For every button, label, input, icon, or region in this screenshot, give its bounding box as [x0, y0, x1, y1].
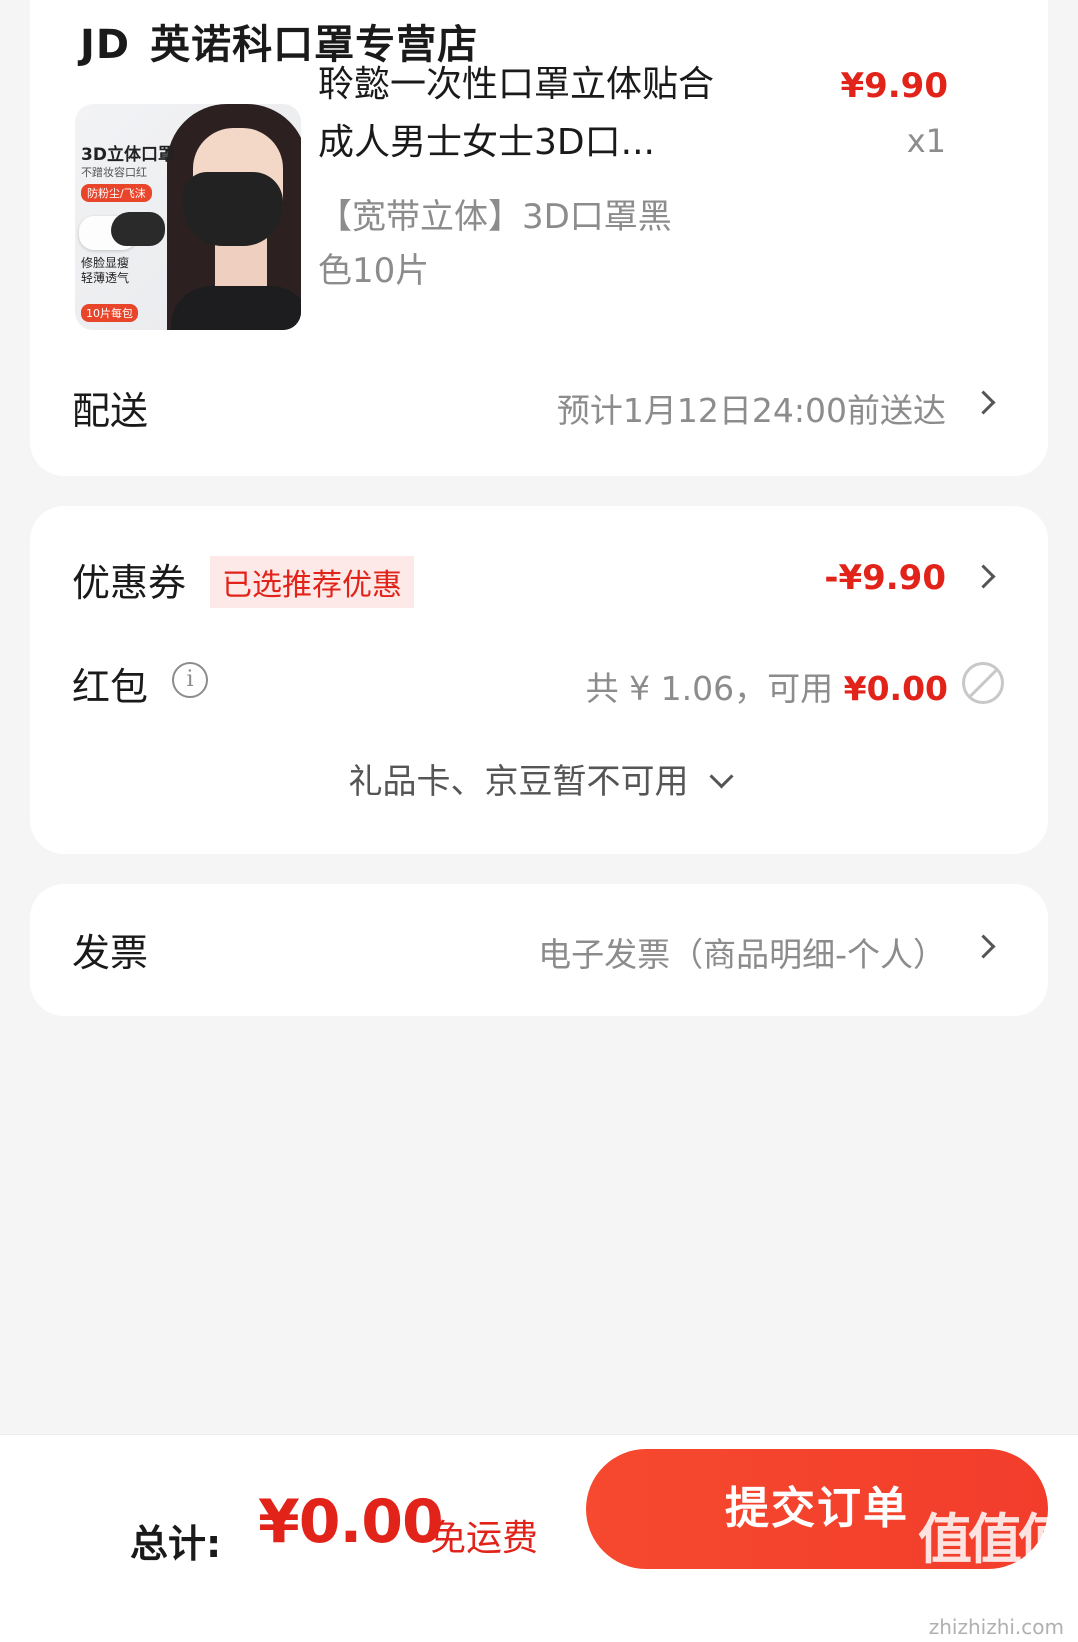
submit-order-label: 提交订单: [725, 1483, 909, 1534]
chevron-right-icon: [971, 564, 996, 589]
image-subtitle: 不蹭妆容口红: [81, 166, 147, 179]
delivery-label: 配送: [72, 389, 149, 433]
chevron-down-icon: [708, 764, 734, 789]
image-pack-badge: 10片每包: [81, 304, 138, 322]
chevron-right-icon: [971, 390, 996, 415]
image-title: 3D立体口罩: [81, 145, 175, 165]
store-card: JD 英诺科口罩专营店 3D立体口罩 不蹭妆容口红 防粉尘/飞沫 修脸显瘦 轻薄透…: [30, 0, 1048, 476]
image-badge: 防粉尘/飞沫: [81, 184, 152, 202]
image-feature: 修脸显瘦 轻薄透气: [81, 256, 130, 285]
watermark-url: zhizhizhi.com: [928, 1615, 1064, 1639]
chevron-right-icon: [971, 934, 996, 959]
discount-card: 优惠券 已选推荐优惠 -¥9.90 红包 i 共 ¥ 1.06，可用 ¥0.00…: [30, 506, 1048, 854]
total-label: 总计:: [130, 1522, 222, 1566]
invoice-label: 发票: [72, 931, 149, 975]
coupon-tag: 已选推荐优惠: [210, 556, 414, 608]
model-shoulder: [171, 286, 301, 330]
checkout-bar: 总计: ¥0.00 免运费 提交订单 值值值 zhizhizhi.com: [0, 1434, 1078, 1642]
redpack-available: ¥0.00: [843, 669, 948, 708]
invoice-value: 电子发票（商品明细-个人）: [538, 935, 946, 974]
info-icon[interactable]: i: [172, 662, 208, 698]
delivery-value: 预计1月12日24:00前送达: [556, 391, 946, 430]
gift-card-text: 礼品卡、京豆暂不可用: [348, 762, 689, 802]
disabled-icon[interactable]: [962, 662, 1004, 704]
redpack-label: 红包: [72, 665, 149, 709]
coupon-label: 优惠券: [72, 561, 187, 605]
total-amount: ¥0.00: [258, 1487, 444, 1557]
product-quantity: x1: [906, 122, 946, 160]
black-mask-sample: [111, 212, 165, 246]
gift-card-row[interactable]: 礼品卡、京豆暂不可用: [30, 754, 1048, 803]
redpack-total: 共 ¥ 1.06，可用: [585, 669, 834, 708]
product-image[interactable]: 3D立体口罩 不蹭妆容口红 防粉尘/飞沫 修脸显瘦 轻薄透气 10片每包: [75, 104, 301, 330]
product-title[interactable]: 聆懿一次性口罩立体贴合 成人男士女士3D口...: [318, 56, 738, 172]
product-price: ¥9.90: [840, 66, 948, 106]
black-mask-worn: [183, 172, 283, 246]
redpack-value: 共 ¥ 1.06，可用 ¥0.00: [586, 662, 948, 710]
coupon-value: -¥9.90: [824, 558, 946, 598]
invoice-card: 发票 电子发票（商品明细-个人）: [30, 884, 1048, 1016]
product-spec: 【宽带立体】3D口罩黑色10片: [318, 197, 672, 291]
shipping-note: 免运费: [430, 1518, 539, 1559]
jd-logo: JD: [80, 22, 131, 68]
watermark-logo: 值值值: [918, 1508, 1072, 1571]
